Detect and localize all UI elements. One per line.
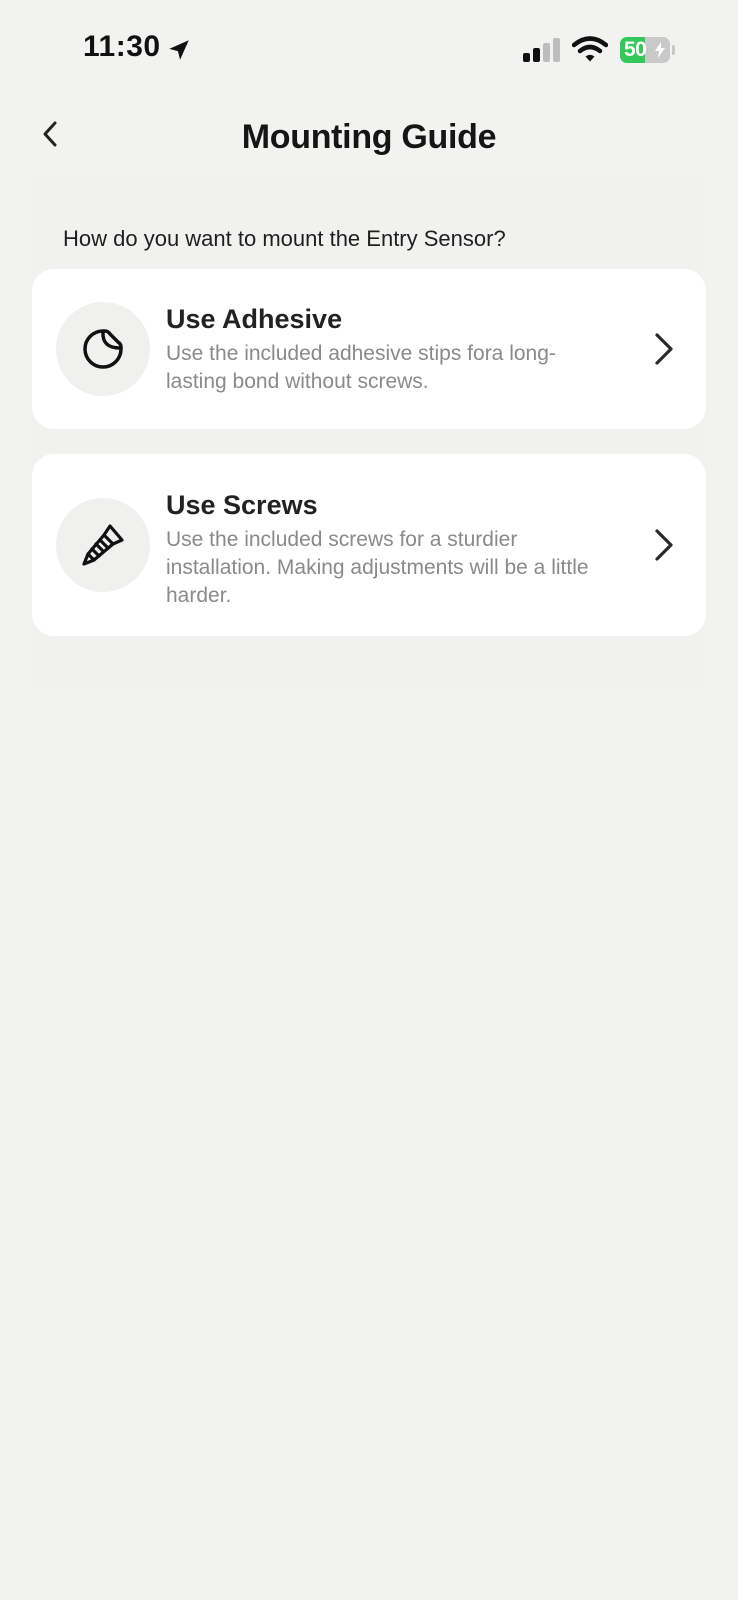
page-title: Mounting Guide (241, 118, 497, 156)
use-adhesive-option[interactable]: Use Adhesive Use the included adhesive s… (32, 269, 706, 429)
battery-percent: 50 (624, 38, 647, 61)
option-description: Use the included adhesive stips fora lon… (166, 342, 556, 393)
option-title: Use Adhesive (166, 304, 343, 334)
nav-bar: Mounting Guide (0, 100, 738, 178)
option-description: Use the included screws for a sturdier i… (166, 528, 589, 607)
option-title: Use Screws (166, 490, 318, 520)
cellular-signal-icon (523, 38, 560, 62)
battery-indicator: 50 (620, 37, 670, 63)
option-icon-container (56, 498, 150, 592)
status-bar: 11:30 50 (0, 0, 738, 100)
chevron-right-icon (655, 529, 673, 561)
location-arrow-icon (169, 40, 189, 60)
battery-tip (672, 45, 675, 55)
use-screws-option[interactable]: Use Screws Use the included screws for a… (32, 454, 706, 636)
status-time: 11:30 (83, 30, 161, 63)
battery-charging-icon (655, 42, 665, 58)
chevron-right-icon (655, 333, 673, 365)
mount-question: How do you want to mount the Entry Senso… (63, 226, 506, 251)
screw-icon (82, 524, 124, 566)
wifi-icon (572, 36, 608, 62)
content-panel: How do you want to mount the Entry Senso… (30, 178, 708, 688)
option-icon-container (56, 302, 150, 396)
adhesive-sticker-icon (83, 329, 123, 369)
